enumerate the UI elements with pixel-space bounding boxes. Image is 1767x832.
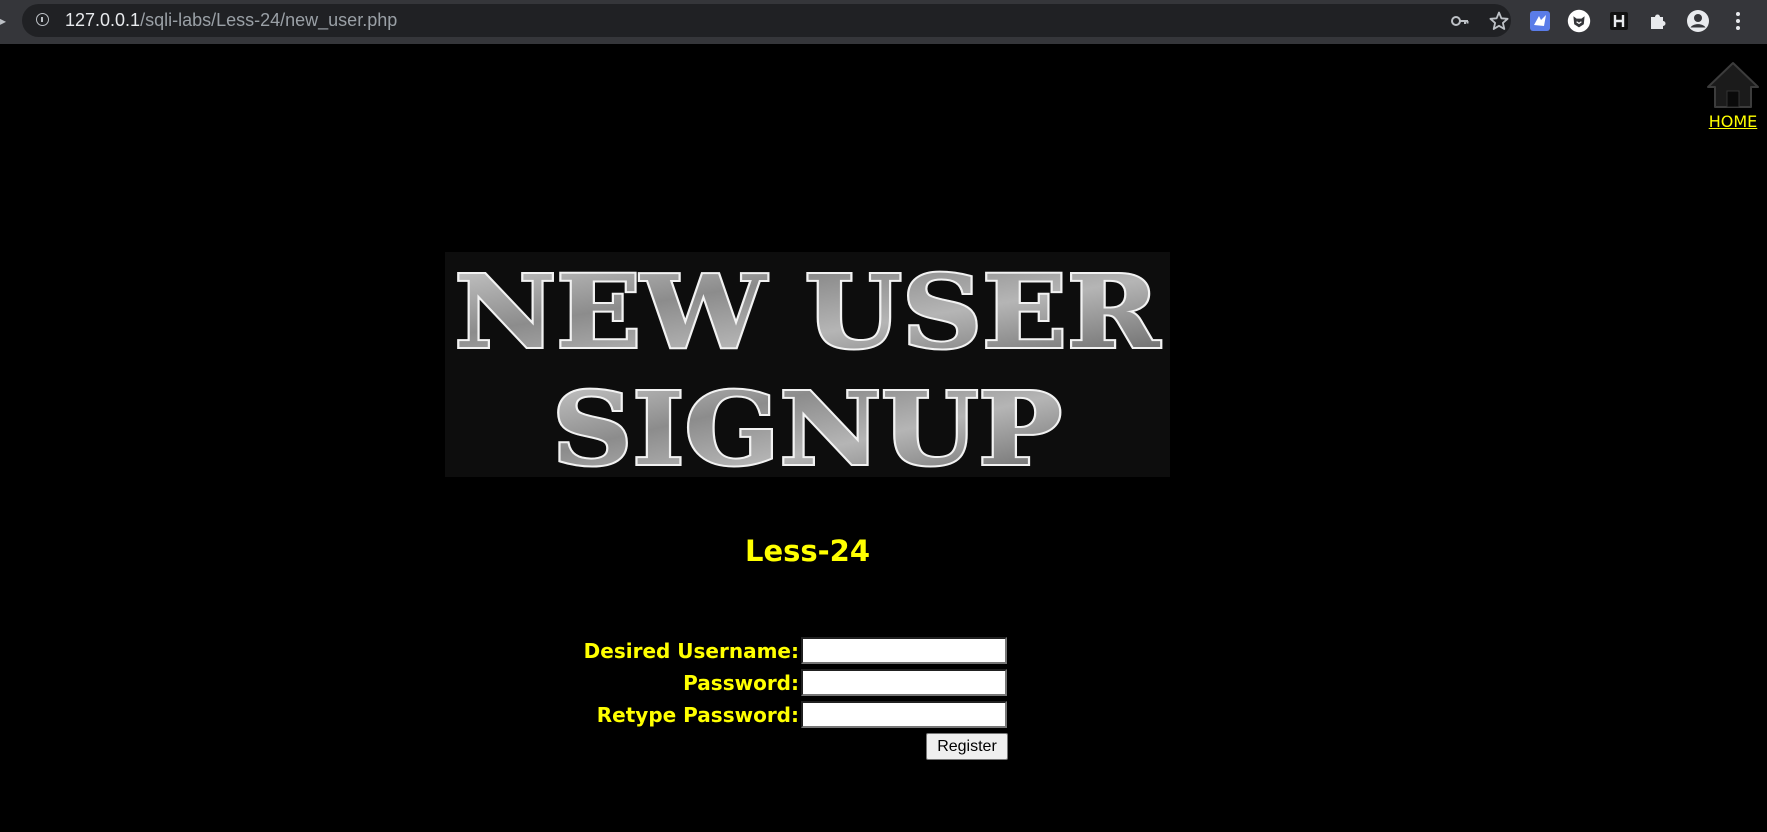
fox-extension-icon[interactable] bbox=[1567, 9, 1591, 33]
menu-icon[interactable] bbox=[1726, 9, 1750, 33]
banner-line2: SIGNUP bbox=[552, 370, 1062, 477]
lesson-title: Less-24 bbox=[744, 534, 871, 568]
username-input[interactable] bbox=[801, 637, 1007, 664]
register-button[interactable]: Register bbox=[926, 733, 1008, 760]
url-text[interactable]: 127.0.0.1/sqli-labs/Less-24/new_user.php bbox=[65, 10, 397, 31]
h-extension-icon[interactable] bbox=[1607, 9, 1631, 33]
username-label: Desired Username: bbox=[583, 639, 799, 663]
extension-icon[interactable] bbox=[1528, 9, 1552, 33]
home-label[interactable]: HOME bbox=[1700, 112, 1766, 132]
star-icon[interactable] bbox=[1488, 10, 1510, 32]
banner-line1: NEW USER bbox=[455, 253, 1161, 371]
home-icon[interactable] bbox=[1705, 60, 1761, 110]
tab-edge-glyph: ▸ bbox=[0, 14, 7, 28]
key-icon[interactable] bbox=[1449, 10, 1471, 32]
home-link[interactable]: HOME bbox=[1700, 60, 1766, 132]
info-icon[interactable] bbox=[36, 13, 49, 26]
url-host: 127.0.0.1 bbox=[65, 10, 141, 30]
retype-password-label: Retype Password: bbox=[596, 703, 799, 727]
profile-icon[interactable] bbox=[1686, 9, 1710, 33]
password-label: Password: bbox=[683, 671, 799, 695]
password-input[interactable] bbox=[801, 669, 1007, 696]
signup-banner: NEW USER SIGNUP bbox=[445, 252, 1170, 477]
address-bar[interactable]: 127.0.0.1/sqli-labs/Less-24/new_user.php bbox=[22, 4, 1511, 37]
url-path: /sqli-labs/Less-24/new_user.php bbox=[140, 10, 398, 30]
puzzle-icon[interactable] bbox=[1646, 9, 1670, 33]
browser-toolbar: ▸ 127.0.0.1/sqli-labs/Less-24/new_user.p… bbox=[0, 0, 1767, 44]
retype-password-input[interactable] bbox=[801, 701, 1007, 728]
